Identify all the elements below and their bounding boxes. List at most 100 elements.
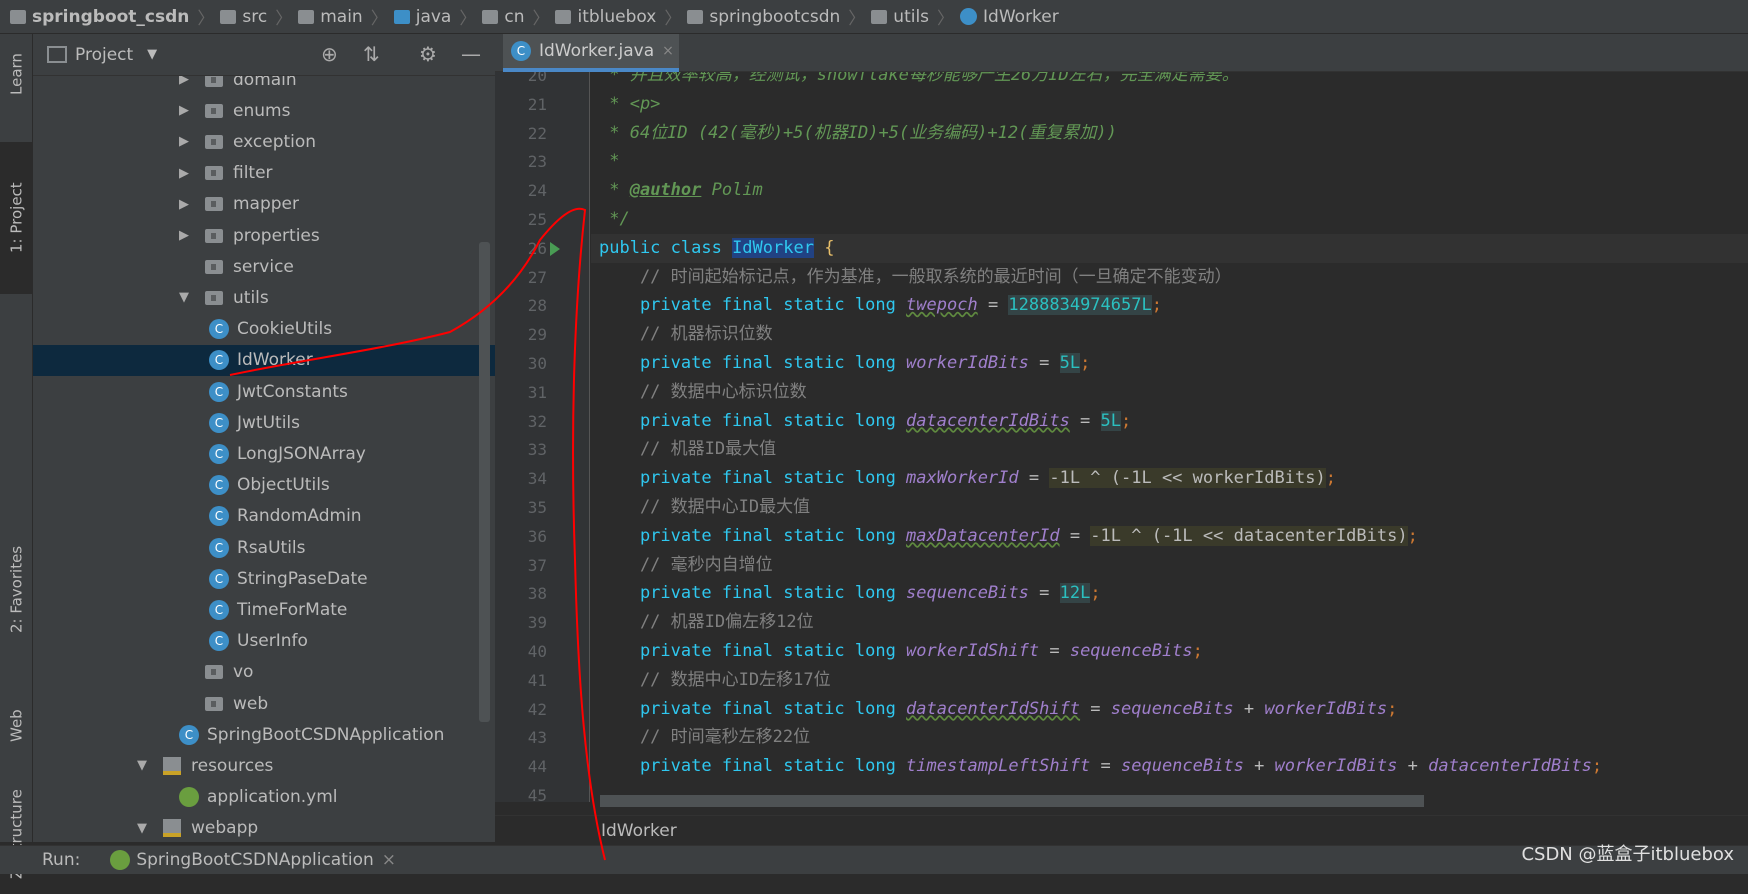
collapsed-arrow-icon[interactable]: ▶ bbox=[179, 134, 195, 149]
collapsed-arrow-icon[interactable]: ▶ bbox=[179, 228, 195, 243]
breadcrumb-item[interactable]: java 〉 bbox=[393, 4, 476, 29]
tree-item[interactable]: ▶ properties bbox=[33, 220, 495, 251]
tree-item[interactable]: application.yml bbox=[33, 782, 495, 813]
breadcrumb-item[interactable]: itbluebox 〉 bbox=[555, 4, 681, 29]
tree-item[interactable]: C JwtUtils bbox=[33, 407, 495, 438]
tab-idworker-java[interactable]: C IdWorker.java × bbox=[503, 34, 679, 72]
tree-item[interactable]: ▼ webapp bbox=[33, 813, 495, 842]
close-tab-icon[interactable]: × bbox=[662, 43, 674, 59]
close-run-tab-icon[interactable]: × bbox=[382, 850, 396, 870]
project-tab[interactable]: 1: Project bbox=[0, 142, 33, 294]
run-gutter-icon[interactable] bbox=[550, 241, 560, 256]
favorites-tab[interactable]: 2: Favorites bbox=[0, 504, 33, 674]
breadcrumb-item[interactable]: cn 〉 bbox=[482, 4, 549, 29]
expanded-arrow-icon[interactable]: ▼ bbox=[137, 758, 153, 773]
tree-item[interactable]: C UserInfo bbox=[33, 626, 495, 657]
code-line[interactable]: private final static long maxDatacenterI… bbox=[599, 522, 1418, 551]
code-line[interactable]: * 并且效率较高，经测试，snowflake每秒能够产生26万ID左右，完全满足… bbox=[599, 72, 1239, 90]
code-line[interactable]: * 64位ID (42(毫秒)+5(机器ID)+5(业务编码)+12(重复累加)… bbox=[599, 119, 1117, 148]
tree-item[interactable]: ▼ utils bbox=[33, 282, 495, 313]
java-class-icon: C bbox=[209, 568, 229, 589]
tree-item[interactable]: ▶ domain bbox=[33, 76, 495, 95]
breadcrumb-item[interactable]: src 〉 bbox=[220, 4, 292, 29]
tree-item[interactable]: C RandomAdmin bbox=[33, 501, 495, 532]
code-line[interactable]: */ bbox=[599, 205, 629, 234]
code-line[interactable]: private final static long workerIdBits =… bbox=[599, 349, 1090, 378]
tree-item[interactable]: C StringPaseDate bbox=[33, 563, 495, 594]
code-token: = bbox=[1080, 698, 1111, 719]
code-line[interactable]: // 时间毫秒左移22位 bbox=[599, 723, 810, 752]
spring-boot-icon bbox=[110, 850, 131, 870]
code-line[interactable]: private final static long workerIdShift … bbox=[599, 637, 1203, 666]
structure-tab[interactable]: Z: Structure bbox=[0, 774, 33, 894]
tree-item[interactable]: C CookieUtils bbox=[33, 314, 495, 345]
locate-icon[interactable]: ⊕ bbox=[321, 42, 338, 66]
expanded-arrow-icon[interactable]: ▼ bbox=[137, 821, 153, 836]
tree-item[interactable]: ▶ exception bbox=[33, 126, 495, 157]
tree-item-label: domain bbox=[233, 76, 297, 90]
code-line[interactable]: private final static long twepoch = 1288… bbox=[599, 291, 1162, 320]
tree-item[interactable]: ▶ filter bbox=[33, 158, 495, 189]
code-line[interactable]: * @author Polim bbox=[599, 176, 763, 205]
collapsed-arrow-icon[interactable]: ▶ bbox=[179, 76, 195, 87]
code-line[interactable]: private final static long timestampLeftS… bbox=[599, 752, 1602, 781]
breadcrumb-item[interactable]: utils 〉 bbox=[871, 4, 954, 29]
code-line[interactable]: // 毫秒内自增位 bbox=[599, 551, 773, 580]
tree-item-label: RsaUtils bbox=[237, 537, 306, 558]
line-gutter: 20 21 22 23 24 25 26 27 28 29 30 31 32 33 34 35 36 37 38 39… bbox=[495, 72, 590, 802]
editor-horizontal-scrollbar[interactable] bbox=[600, 795, 1424, 807]
learn-tab[interactable]: Learn bbox=[0, 34, 33, 114]
collapse-all-icon[interactable]: ⇅ bbox=[363, 42, 380, 66]
tree-item[interactable]: web bbox=[33, 688, 495, 719]
tree-item[interactable]: vo bbox=[33, 657, 495, 688]
code-line[interactable]: // 数据中心标识位数 bbox=[599, 378, 807, 407]
chevron-right-icon: 〉 bbox=[370, 9, 388, 29]
breadcrumb-item[interactable]: main 〉 bbox=[298, 4, 388, 29]
expanded-arrow-icon[interactable]: ▼ bbox=[179, 290, 195, 305]
breadcrumb-item[interactable]: IdWorker bbox=[960, 7, 1059, 27]
minimize-icon[interactable]: — bbox=[461, 42, 481, 66]
chevron-down-icon[interactable]: ▼ bbox=[147, 47, 157, 62]
code-line[interactable]: * <p> bbox=[599, 90, 660, 119]
code-line[interactable]: // 机器标识位数 bbox=[599, 320, 773, 349]
folder-icon bbox=[205, 259, 223, 274]
code-line[interactable]: * bbox=[599, 147, 619, 176]
tree-item[interactable]: ▶ mapper bbox=[33, 189, 495, 220]
tree-item[interactable]: C JwtConstants bbox=[33, 376, 495, 407]
collapsed-arrow-icon[interactable]: ▶ bbox=[179, 166, 195, 181]
code-editor[interactable]: 20 21 22 23 24 25 26 27 28 29 30 31 32 33 34 35 36 37 38 39… bbox=[495, 72, 1748, 802]
project-scrollbar[interactable] bbox=[479, 242, 490, 722]
line-number: 22 bbox=[527, 123, 547, 143]
resources-folder-icon bbox=[163, 819, 181, 838]
tree-item[interactable]: C RsaUtils bbox=[33, 532, 495, 563]
web-tab[interactable]: Web bbox=[0, 686, 33, 766]
collapsed-arrow-icon[interactable]: ▶ bbox=[179, 197, 195, 212]
code-line[interactable]: public class IdWorker { bbox=[591, 233, 1748, 263]
code-line[interactable]: // 数据中心ID最大值 bbox=[599, 493, 810, 522]
breadcrumb-item[interactable]: springboot_csdn 〉 bbox=[10, 4, 214, 29]
run-config-tab[interactable]: SpringBootCSDNApplication bbox=[136, 850, 373, 870]
code-line[interactable]: private final static long datacenterIdBi… bbox=[599, 407, 1131, 436]
tree-item[interactable]: service bbox=[33, 251, 495, 282]
tree-item[interactable]: ▶ enums bbox=[33, 95, 495, 126]
tree-item[interactable]: C LongJSONArray bbox=[33, 438, 495, 469]
tree-item[interactable]: ▼ resources bbox=[33, 750, 495, 781]
collapsed-arrow-icon[interactable]: ▶ bbox=[179, 103, 195, 118]
tree-item[interactable]: C SpringBootCSDNApplication bbox=[33, 719, 495, 750]
code-line[interactable]: // 时间起始标记点，作为基准，一般取系统的最近时间（一旦确定不能变动） bbox=[599, 263, 1232, 292]
gear-icon[interactable]: ⚙ bbox=[419, 42, 437, 66]
code-line[interactable]: private final static long sequenceBits =… bbox=[599, 579, 1101, 608]
code-line[interactable]: private final static long datacenterIdSh… bbox=[599, 695, 1397, 724]
tree-item[interactable]: C ObjectUtils bbox=[33, 470, 495, 501]
code-line[interactable]: // 机器ID最大值 bbox=[599, 435, 776, 464]
breadcrumb-item[interactable]: springbootcsdn 〉 bbox=[687, 4, 865, 29]
project-view-selector[interactable]: Project bbox=[75, 45, 133, 65]
folder-icon bbox=[871, 9, 888, 24]
line-number: 28 bbox=[527, 296, 547, 316]
code-line[interactable]: // 数据中心ID左移17位 bbox=[599, 666, 831, 695]
editor-breadcrumb-item[interactable]: IdWorker bbox=[601, 821, 677, 841]
code-line[interactable]: // 机器ID偏左移12位 bbox=[599, 608, 814, 637]
tree-item[interactable]: C IdWorker bbox=[33, 344, 495, 376]
code-line[interactable]: private final static long maxWorkerId = … bbox=[599, 464, 1336, 493]
tree-item[interactable]: C TimeForMate bbox=[33, 594, 495, 625]
